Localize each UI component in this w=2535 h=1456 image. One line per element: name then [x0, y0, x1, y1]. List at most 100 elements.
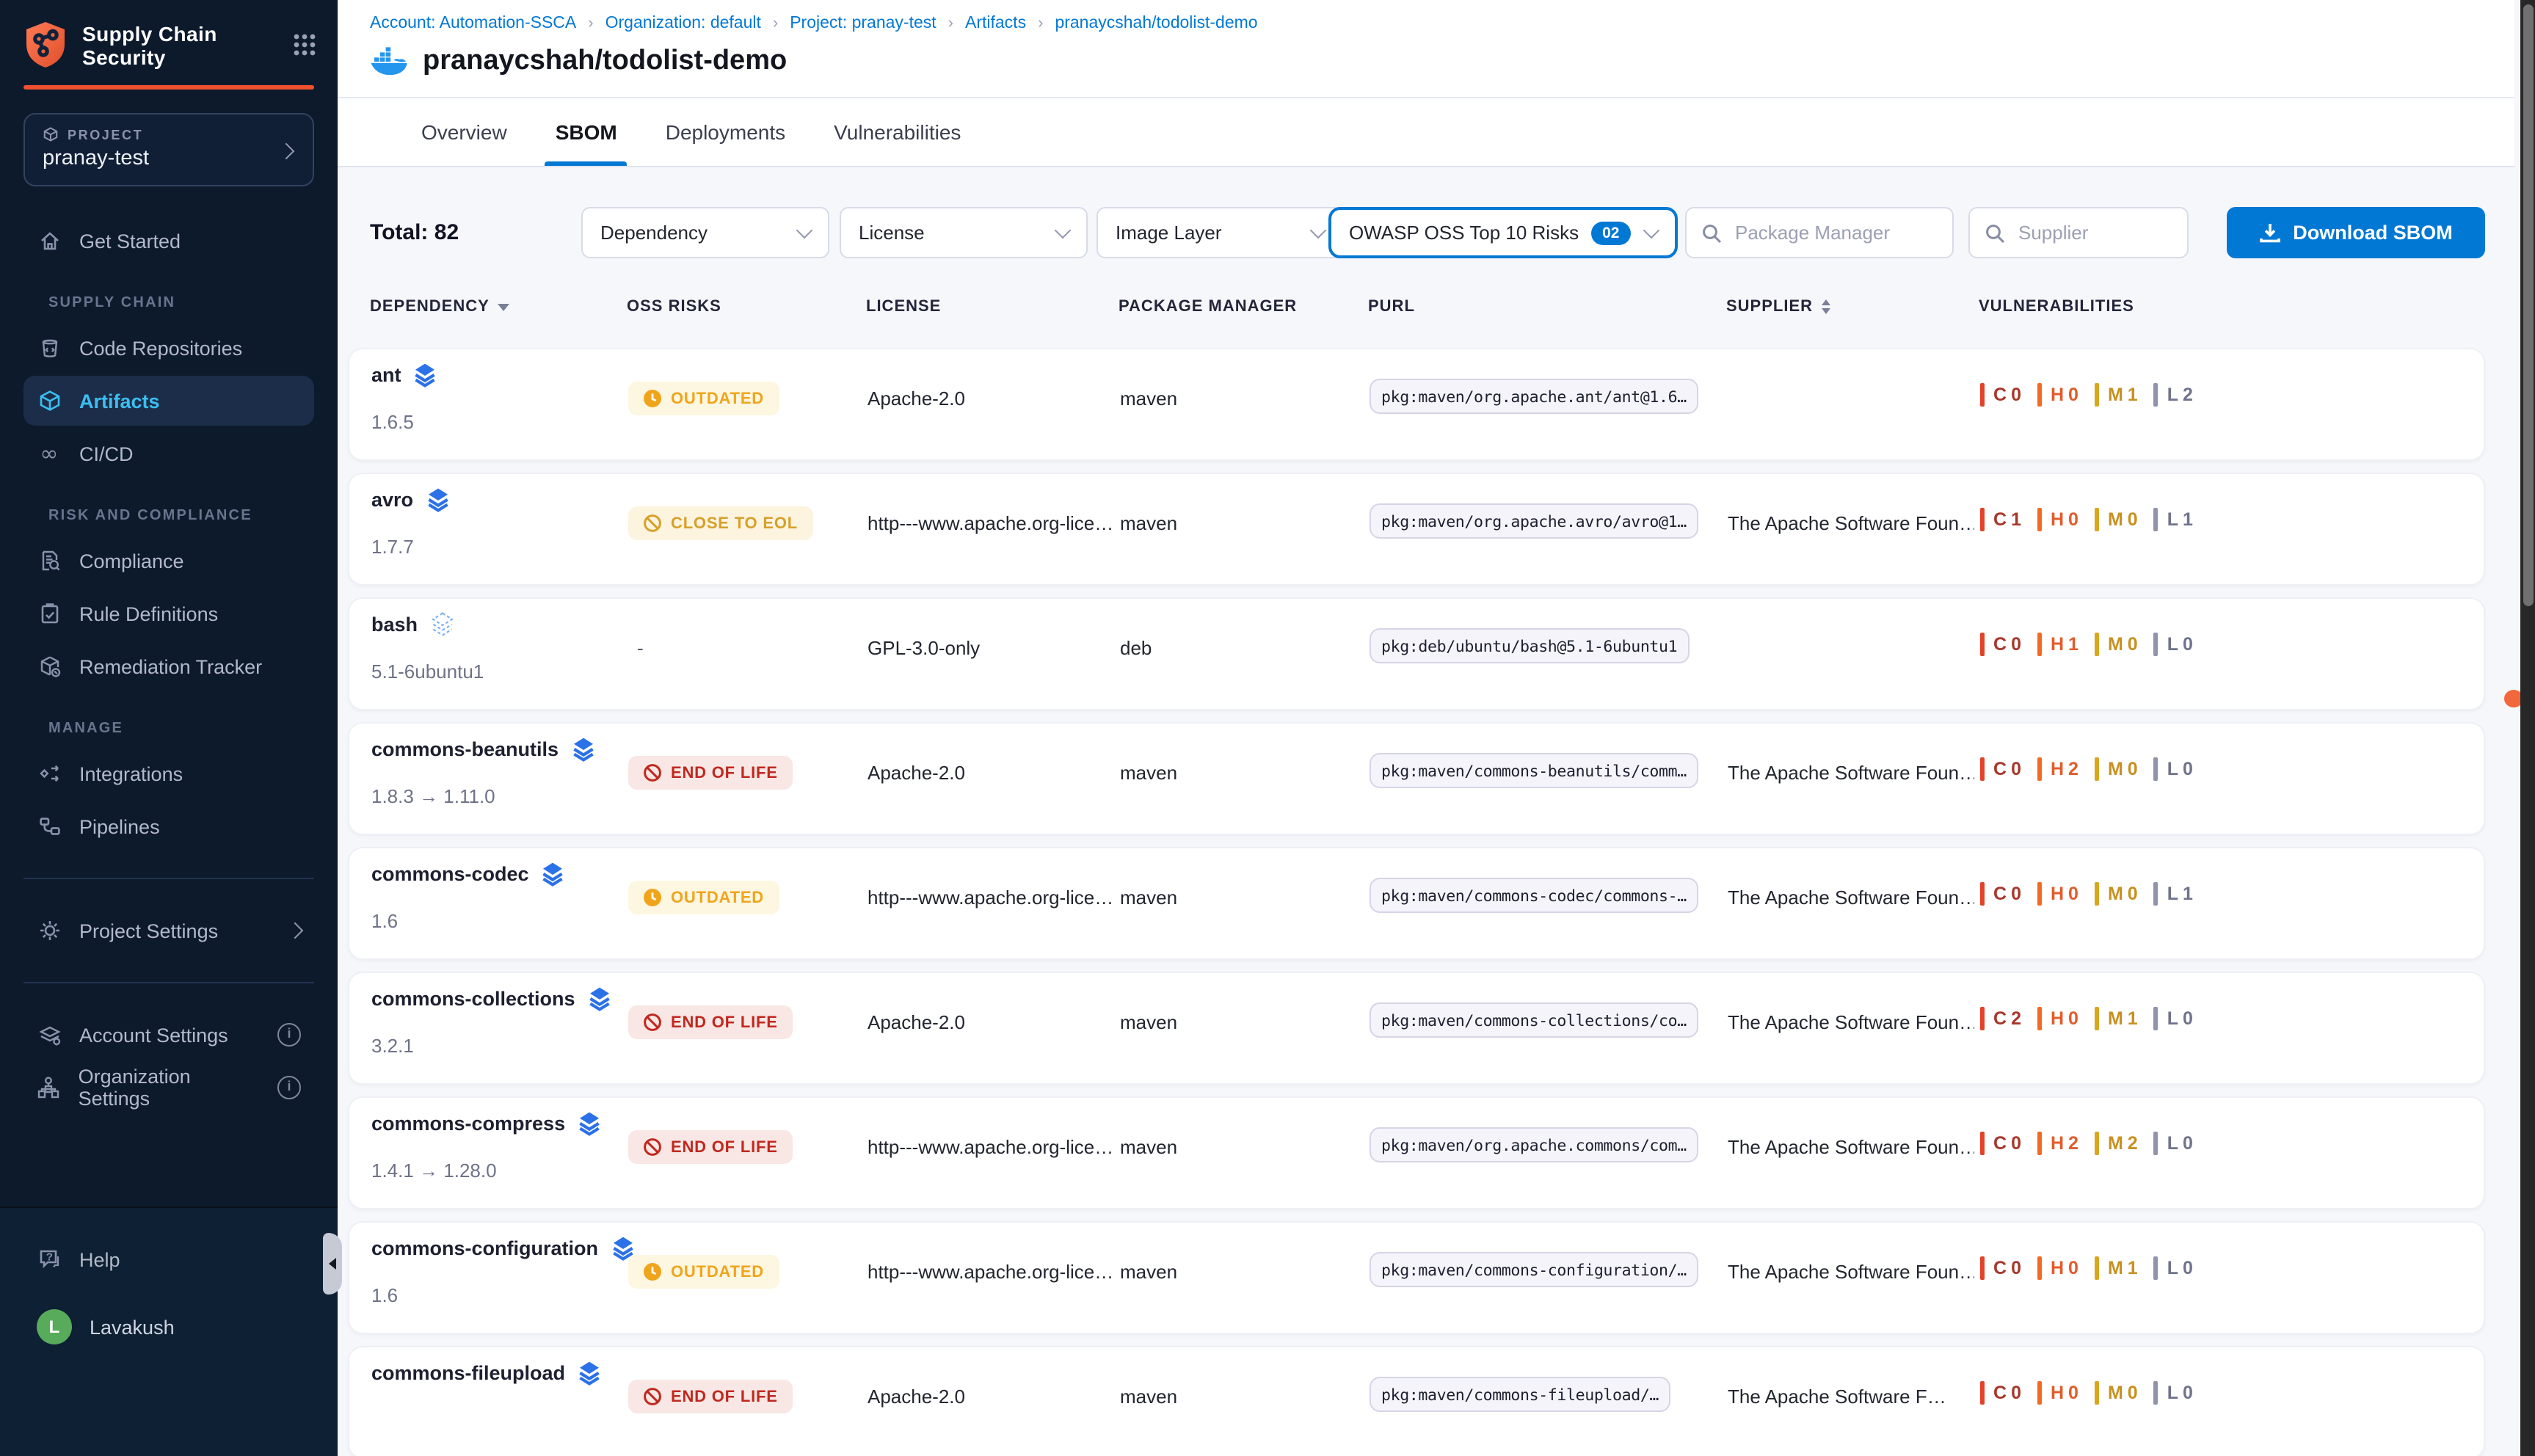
sidebar-item-integrations[interactable]: Integrations	[23, 749, 314, 798]
table-row[interactable]: commons-beanutils1.8.3 → 1.11.0END OF LI…	[348, 722, 2485, 835]
sidebar-collapse-handle[interactable]	[323, 1233, 342, 1295]
table-row[interactable]: ant1.6.5OUTDATEDApache-2.0mavenpkg:maven…	[348, 348, 2485, 461]
breadcrumb-link[interactable]: Artifacts	[965, 15, 1026, 32]
owasp-filter-dropdown[interactable]: OWASP OSS Top 10 Risks 02	[1328, 207, 1678, 258]
supplier-cell: The Apache Software Foun…	[1728, 1011, 1974, 1033]
tab-overview[interactable]: Overview	[421, 98, 507, 166]
vuln-letter: L	[2167, 1133, 2178, 1154]
vuln-letter: H	[2051, 884, 2064, 904]
column-header-label: LICENSE	[866, 298, 941, 316]
license-cell: Apache-2.0	[868, 387, 965, 410]
sidebar-item-rule-definitions[interactable]: Rule Definitions	[23, 589, 314, 638]
column-header-dependency[interactable]: DEPENDENCY	[370, 298, 510, 316]
dependency-filter-dropdown[interactable]: Dependency	[581, 207, 829, 258]
license-cell: Apache-2.0	[868, 1386, 965, 1408]
sidebar-item-pipelines[interactable]: Pipelines	[23, 801, 314, 851]
sidebar-item-code-repositories[interactable]: Code Repositories	[23, 323, 314, 373]
tab-label: Deployments	[666, 120, 785, 144]
breadcrumb-link[interactable]: Account: Automation-SSCA	[370, 15, 576, 32]
column-header-license[interactable]: LICENSE	[866, 298, 941, 316]
image-layer-filter-dropdown[interactable]: Image Layer	[1096, 207, 1343, 258]
table-row[interactable]: commons-fileuploadEND OF LIFEApache-2.0m…	[348, 1346, 2485, 1456]
app-grid-icon[interactable]	[292, 32, 317, 57]
tab-vulnerabilities[interactable]: Vulnerabilities	[834, 98, 961, 166]
supplier-input[interactable]	[2015, 220, 2172, 245]
sidebar-item-organization-settings[interactable]: Organization Settingsi	[23, 1063, 314, 1113]
scrollbar-thumb[interactable]	[2523, 4, 2533, 606]
license-filter-dropdown[interactable]: License	[840, 207, 1088, 258]
user-menu[interactable]: L Lavakush	[23, 1302, 314, 1352]
purl-chip[interactable]: pkg:maven/commons-beanutils/comm…	[1370, 753, 1698, 788]
dependency-version: 1.8.3 → 1.11.0	[371, 785, 495, 807]
tab-deployments[interactable]: Deployments	[666, 98, 785, 166]
column-header-purl[interactable]: PURL	[1368, 298, 1415, 316]
sidebar-item-project-settings[interactable]: Project Settings	[23, 906, 314, 956]
column-header-label: PURL	[1368, 298, 1415, 316]
dependency-name-text: avro	[371, 489, 413, 511]
sidebar-item-ci-cd[interactable]: ∞CI/CD	[23, 429, 314, 478]
package-manager-input[interactable]	[1732, 220, 1938, 245]
column-header-oss-risks[interactable]: OSS RISKS	[627, 298, 721, 316]
table-row[interactable]: commons-compress1.4.1 → 1.28.0END OF LIF…	[348, 1096, 2485, 1209]
tab-sbom[interactable]: SBOM	[556, 98, 617, 166]
purl-chip[interactable]: pkg:maven/org.apache.commons/com…	[1370, 1127, 1698, 1162]
table-row[interactable]: commons-collections3.2.1END OF LIFEApach…	[348, 972, 2485, 1085]
sidebar-item-label: Account Settings	[79, 1024, 228, 1046]
purl-chip[interactable]: pkg:maven/commons-configuration/…	[1370, 1252, 1698, 1287]
oss-risk-badge: OUTDATED	[628, 1255, 779, 1289]
license-cell: http---www.apache.org-lice…	[868, 1261, 1113, 1283]
integrations-icon	[37, 761, 62, 786]
table-row[interactable]: commons-codec1.6OUTDATEDhttp---www.apach…	[348, 847, 2485, 960]
project-selector[interactable]: PROJECT pranay-test	[23, 113, 314, 186]
sidebar-item-get-started[interactable]: Get Started	[23, 216, 314, 266]
main-content: Account: Automation-SSCA›Organization: d…	[338, 0, 2514, 1456]
chevron-down-icon	[1310, 222, 1327, 239]
vuln-m-count: M1	[2095, 1256, 2138, 1280]
vuln-severity-bar	[2037, 383, 2042, 407]
chevron-down-icon	[1643, 222, 1660, 239]
supplier-cell: The Apache Software Foun…	[1728, 1136, 1974, 1158]
layers-icon	[429, 612, 454, 637]
sidebar-item-help[interactable]: ? Help	[23, 1234, 314, 1284]
nav-divider	[23, 878, 314, 879]
vuln-letter: H	[2051, 509, 2064, 530]
vuln-letter: C	[1993, 634, 2007, 655]
vuln-number: 0	[2011, 1383, 2021, 1403]
purl-chip[interactable]: pkg:maven/org.apache.ant/ant@1.6…	[1370, 379, 1698, 414]
download-sbom-button[interactable]: Download SBOM	[2227, 207, 2485, 258]
sidebar-item-remediation-tracker[interactable]: Remediation Tracker	[23, 641, 314, 691]
purl-chip[interactable]: pkg:maven/commons-collections/co…	[1370, 1002, 1698, 1038]
breadcrumb-link[interactable]: Organization: default	[605, 15, 761, 32]
vuln-h-count: H2	[2037, 1132, 2078, 1155]
purl-chip[interactable]: pkg:deb/ubuntu/bash@5.1-6ubuntu1	[1370, 628, 1689, 663]
sidebar-item-account-settings[interactable]: Account Settingsi	[23, 1010, 314, 1060]
vuln-number: 0	[2183, 634, 2193, 655]
nav-section-label: RISK AND COMPLIANCE	[48, 508, 314, 524]
table-row[interactable]: avro1.7.7CLOSE TO EOLhttp---www.apache.o…	[348, 473, 2485, 586]
vuln-m-count: M0	[2095, 1381, 2138, 1405]
vuln-h-count: H0	[2037, 1256, 2078, 1280]
vuln-letter: M	[2108, 759, 2123, 779]
sidebar-item-label: Rule Definitions	[79, 603, 218, 625]
pipelines-icon	[37, 814, 62, 839]
box-wrench-icon	[37, 654, 62, 679]
purl-chip[interactable]: pkg:maven/org.apache.avro/avro@1…	[1370, 503, 1698, 539]
column-header-package-manager[interactable]: PACKAGE MANAGER	[1119, 298, 1297, 316]
table-row[interactable]: commons-configuration1.6OUTDATEDhttp---w…	[348, 1221, 2485, 1334]
purl-chip[interactable]: pkg:maven/commons-fileupload/…	[1370, 1377, 1670, 1412]
nav-section-label: MANAGE	[48, 721, 314, 737]
vuln-m-count: M0	[2095, 633, 2138, 656]
vuln-l-count: L2	[2154, 383, 2193, 407]
sidebar-item-compliance[interactable]: Compliance	[23, 536, 314, 586]
sidebar-item-artifacts[interactable]: Artifacts	[23, 376, 314, 426]
breadcrumb-link[interactable]: pranaycshah/todolist-demo	[1055, 15, 1257, 32]
column-header-vulnerabilities[interactable]: VULNERABILITIES	[1979, 298, 2134, 316]
column-header-supplier[interactable]: SUPPLIER	[1726, 298, 1830, 316]
breadcrumb-link[interactable]: Project: pranay-test	[790, 15, 936, 32]
vuln-severity-bar	[2037, 1381, 2042, 1405]
vuln-letter: M	[2108, 884, 2123, 904]
vuln-c-count: C0	[1980, 1381, 2021, 1405]
table-row[interactable]: bash5.1-6ubuntu1-GPL-3.0-onlydebpkg:deb/…	[348, 597, 2485, 710]
vuln-number: 0	[2128, 1383, 2138, 1403]
purl-chip[interactable]: pkg:maven/commons-codec/commons-…	[1370, 878, 1698, 913]
